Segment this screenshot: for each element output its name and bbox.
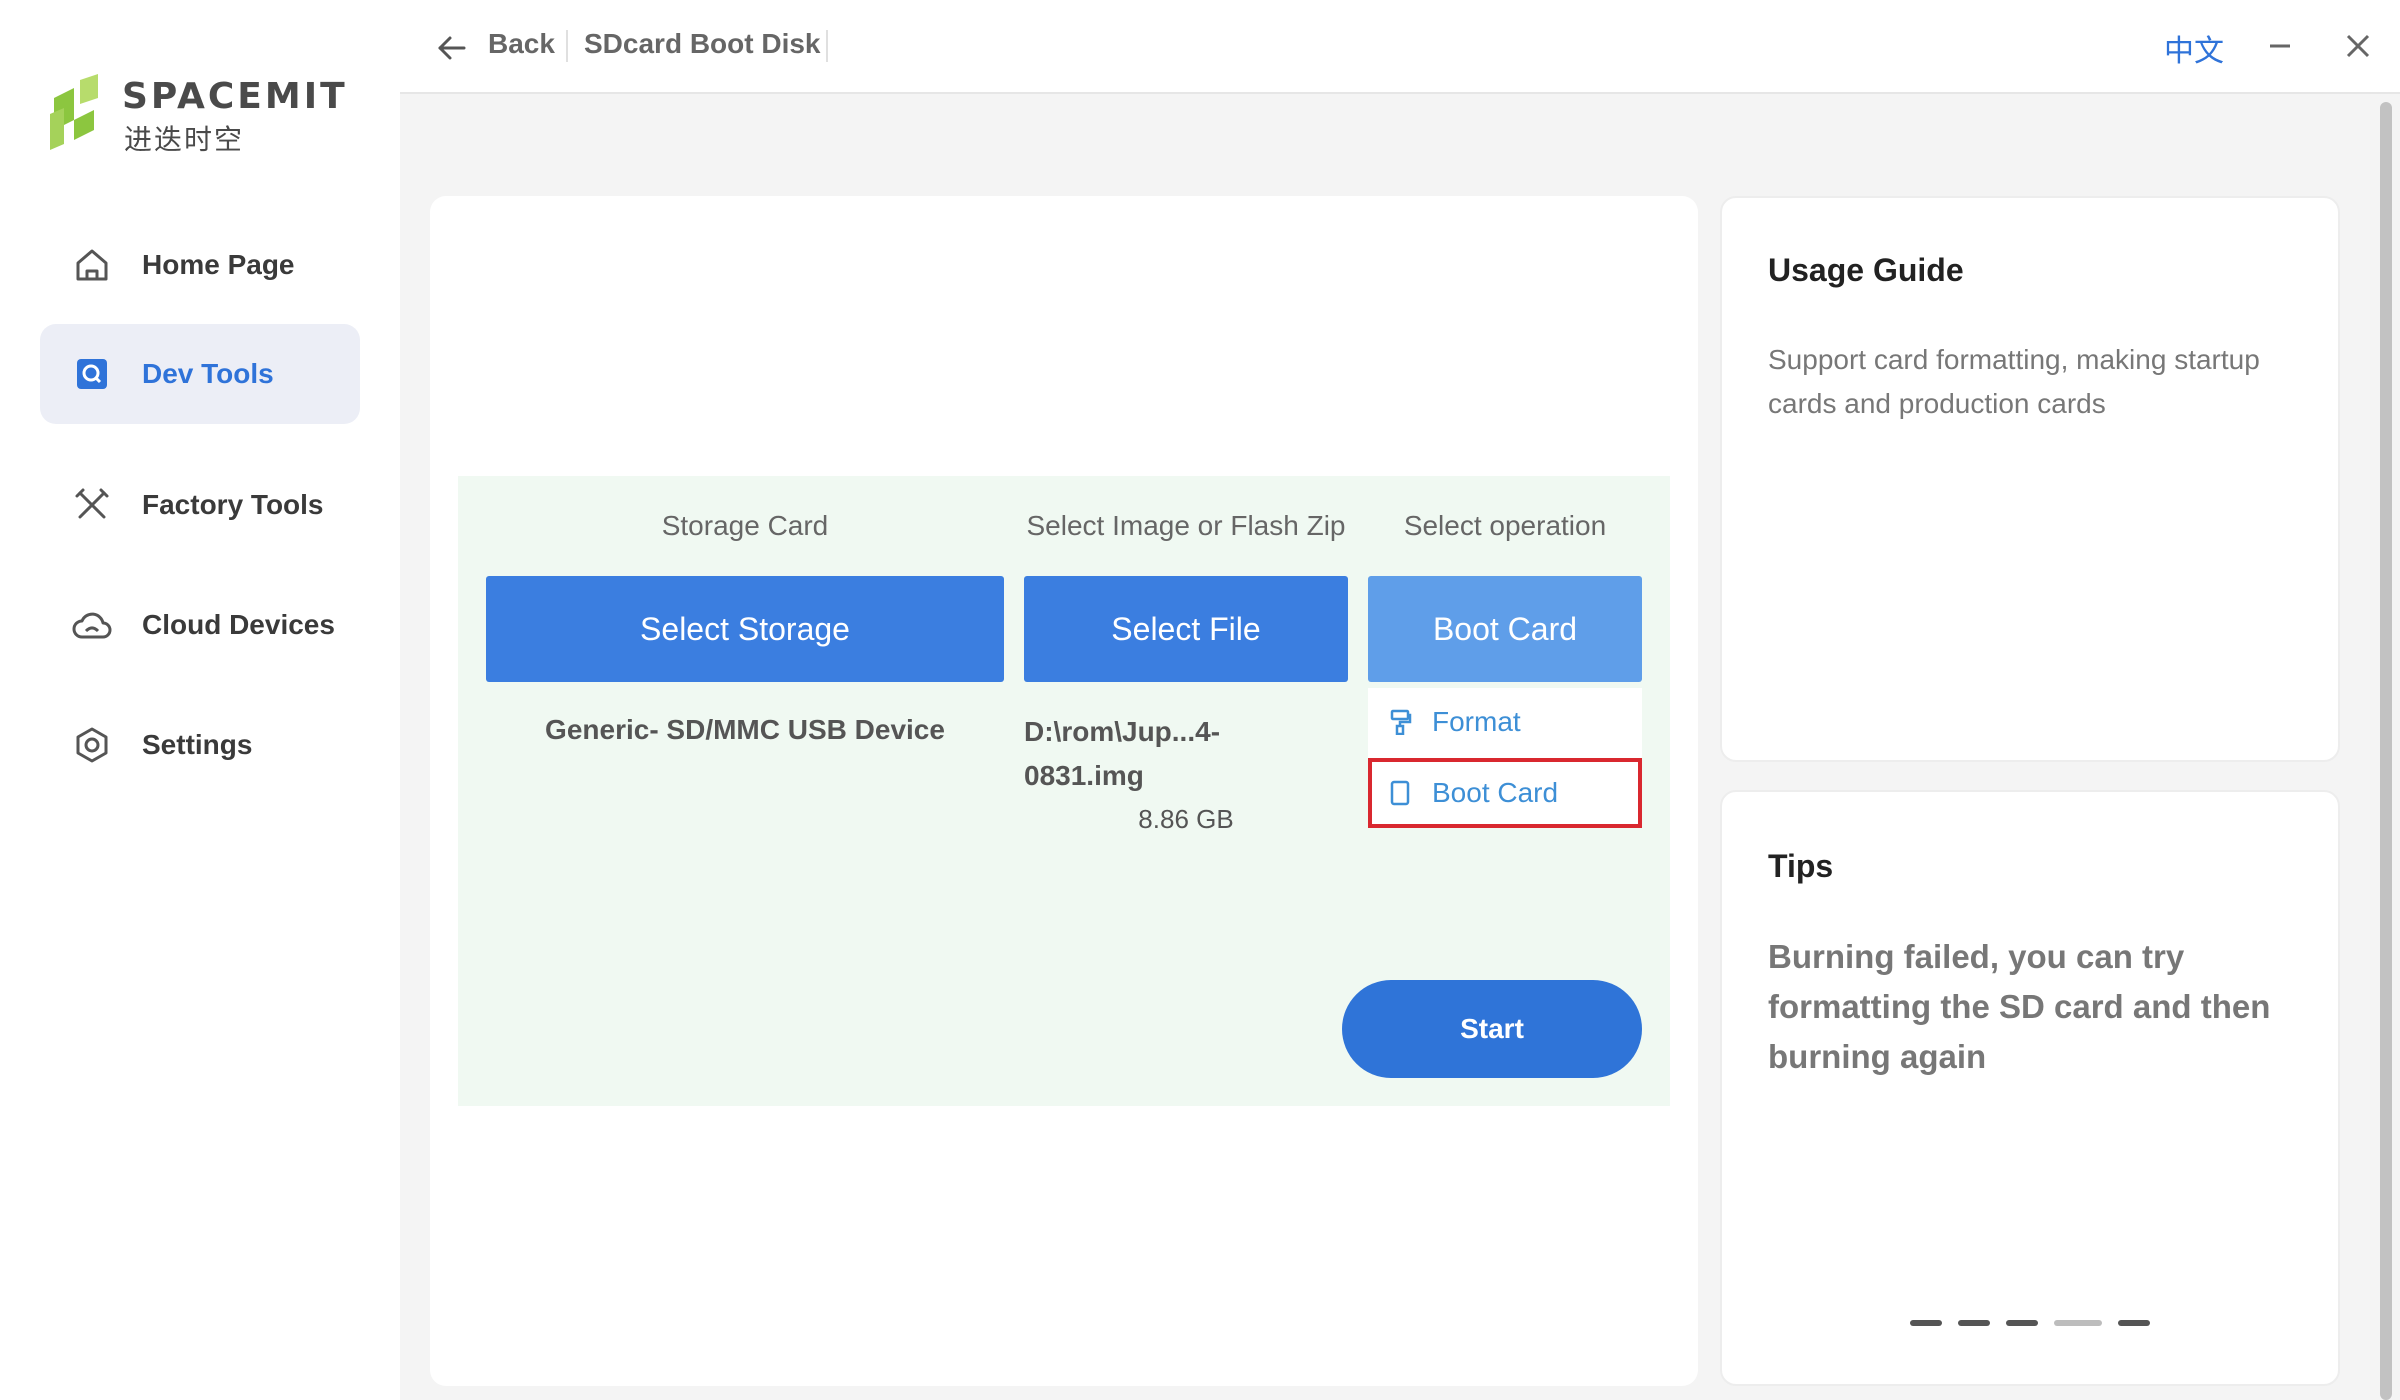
pagination-dot-active[interactable] xyxy=(2054,1320,2102,1326)
storage-card-label: Storage Card xyxy=(661,510,829,541)
scrollbar-thumb[interactable] xyxy=(2380,102,2392,1400)
select-storage-button[interactable]: Select Storage xyxy=(486,576,1004,682)
tips-text: Burning failed, you can try formatting t… xyxy=(1768,938,2271,1075)
pagination-dot[interactable] xyxy=(2006,1320,2038,1326)
logo-mark-icon xyxy=(50,74,98,150)
sidebar-item-label: Factory Tools xyxy=(142,489,324,520)
select-file-button[interactable]: Select File xyxy=(1024,576,1348,682)
settings-icon xyxy=(72,725,112,765)
sd-card-icon xyxy=(1390,779,1414,807)
dropdown-item-format[interactable]: Format xyxy=(1368,690,1642,754)
dropdown-item-label: Format xyxy=(1432,706,1521,737)
pagination-dot[interactable] xyxy=(2118,1320,2150,1326)
logo-text: SPACEMIT xyxy=(122,76,348,117)
dev-tools-icon xyxy=(72,354,112,394)
start-button[interactable]: Start xyxy=(1342,980,1642,1078)
title-bar: Back SDcard Boot Disk 中文 xyxy=(400,0,2400,94)
usage-guide-text: Support card formatting, making startup … xyxy=(1768,344,2260,419)
usage-guide-card: Usage Guide Support card formatting, mak… xyxy=(1720,196,2340,762)
sidebar-item-cloud-devices[interactable]: Cloud Devices xyxy=(40,575,360,675)
operation-dropdown: Format Boot Card xyxy=(1368,688,1642,828)
tips-card: Tips Burning failed, you can try formatt… xyxy=(1720,790,2340,1386)
selected-device: Generic- SD/MMC USB Device xyxy=(545,714,945,745)
sidebar-item-label: Home Page xyxy=(142,249,295,280)
header-divider xyxy=(566,30,568,62)
sidebar-item-dev-tools[interactable]: Dev Tools xyxy=(40,324,360,424)
sidebar-item-settings[interactable]: Settings xyxy=(40,695,360,795)
sidebar: SPACEMIT 进迭时空 Home Page Dev Tools Factor… xyxy=(0,0,400,1400)
tips-title: Tips xyxy=(1768,848,1834,884)
dropdown-item-boot-card[interactable]: Boot Card xyxy=(1368,758,1642,828)
sidebar-item-label: Dev Tools xyxy=(142,358,274,389)
home-icon xyxy=(72,245,112,285)
image-select-label: Select Image or Flash Zip xyxy=(1026,510,1346,541)
usage-guide-title: Usage Guide xyxy=(1768,252,1964,288)
minimize-icon[interactable] xyxy=(2262,28,2298,64)
back-button[interactable]: Back xyxy=(488,28,555,60)
cloud-icon xyxy=(72,605,112,645)
tools-icon xyxy=(72,485,112,525)
arrow-left-icon[interactable] xyxy=(434,30,470,66)
spacemit-logo: SPACEMIT 进迭时空 xyxy=(50,72,370,155)
sidebar-item-label: Cloud Devices xyxy=(142,609,335,640)
sidebar-item-label: Settings xyxy=(142,729,253,760)
pagination-dot[interactable] xyxy=(1910,1320,1942,1326)
pagination-dot[interactable] xyxy=(1958,1320,1990,1326)
file-size: 8.86 GB xyxy=(1138,804,1234,834)
format-paint-icon xyxy=(1390,708,1414,736)
selected-file-name: D:\rom\Jup...4-0831.img xyxy=(1024,716,1221,791)
sidebar-item-factory-tools[interactable]: Factory Tools xyxy=(40,455,360,555)
dropdown-item-label: Boot Card xyxy=(1432,777,1559,808)
language-toggle[interactable]: 中文 xyxy=(2164,26,2224,70)
tips-pagination xyxy=(1910,1320,2150,1326)
operation-label: Select operation xyxy=(1403,510,1607,541)
sidebar-item-home-page[interactable]: Home Page xyxy=(40,215,360,315)
page-title: SDcard Boot Disk xyxy=(584,28,821,59)
operation-select[interactable]: Boot Card xyxy=(1368,576,1642,682)
close-icon[interactable] xyxy=(2340,28,2376,64)
logo-subtitle: 进迭时空 xyxy=(124,124,245,155)
header-divider xyxy=(826,30,828,62)
